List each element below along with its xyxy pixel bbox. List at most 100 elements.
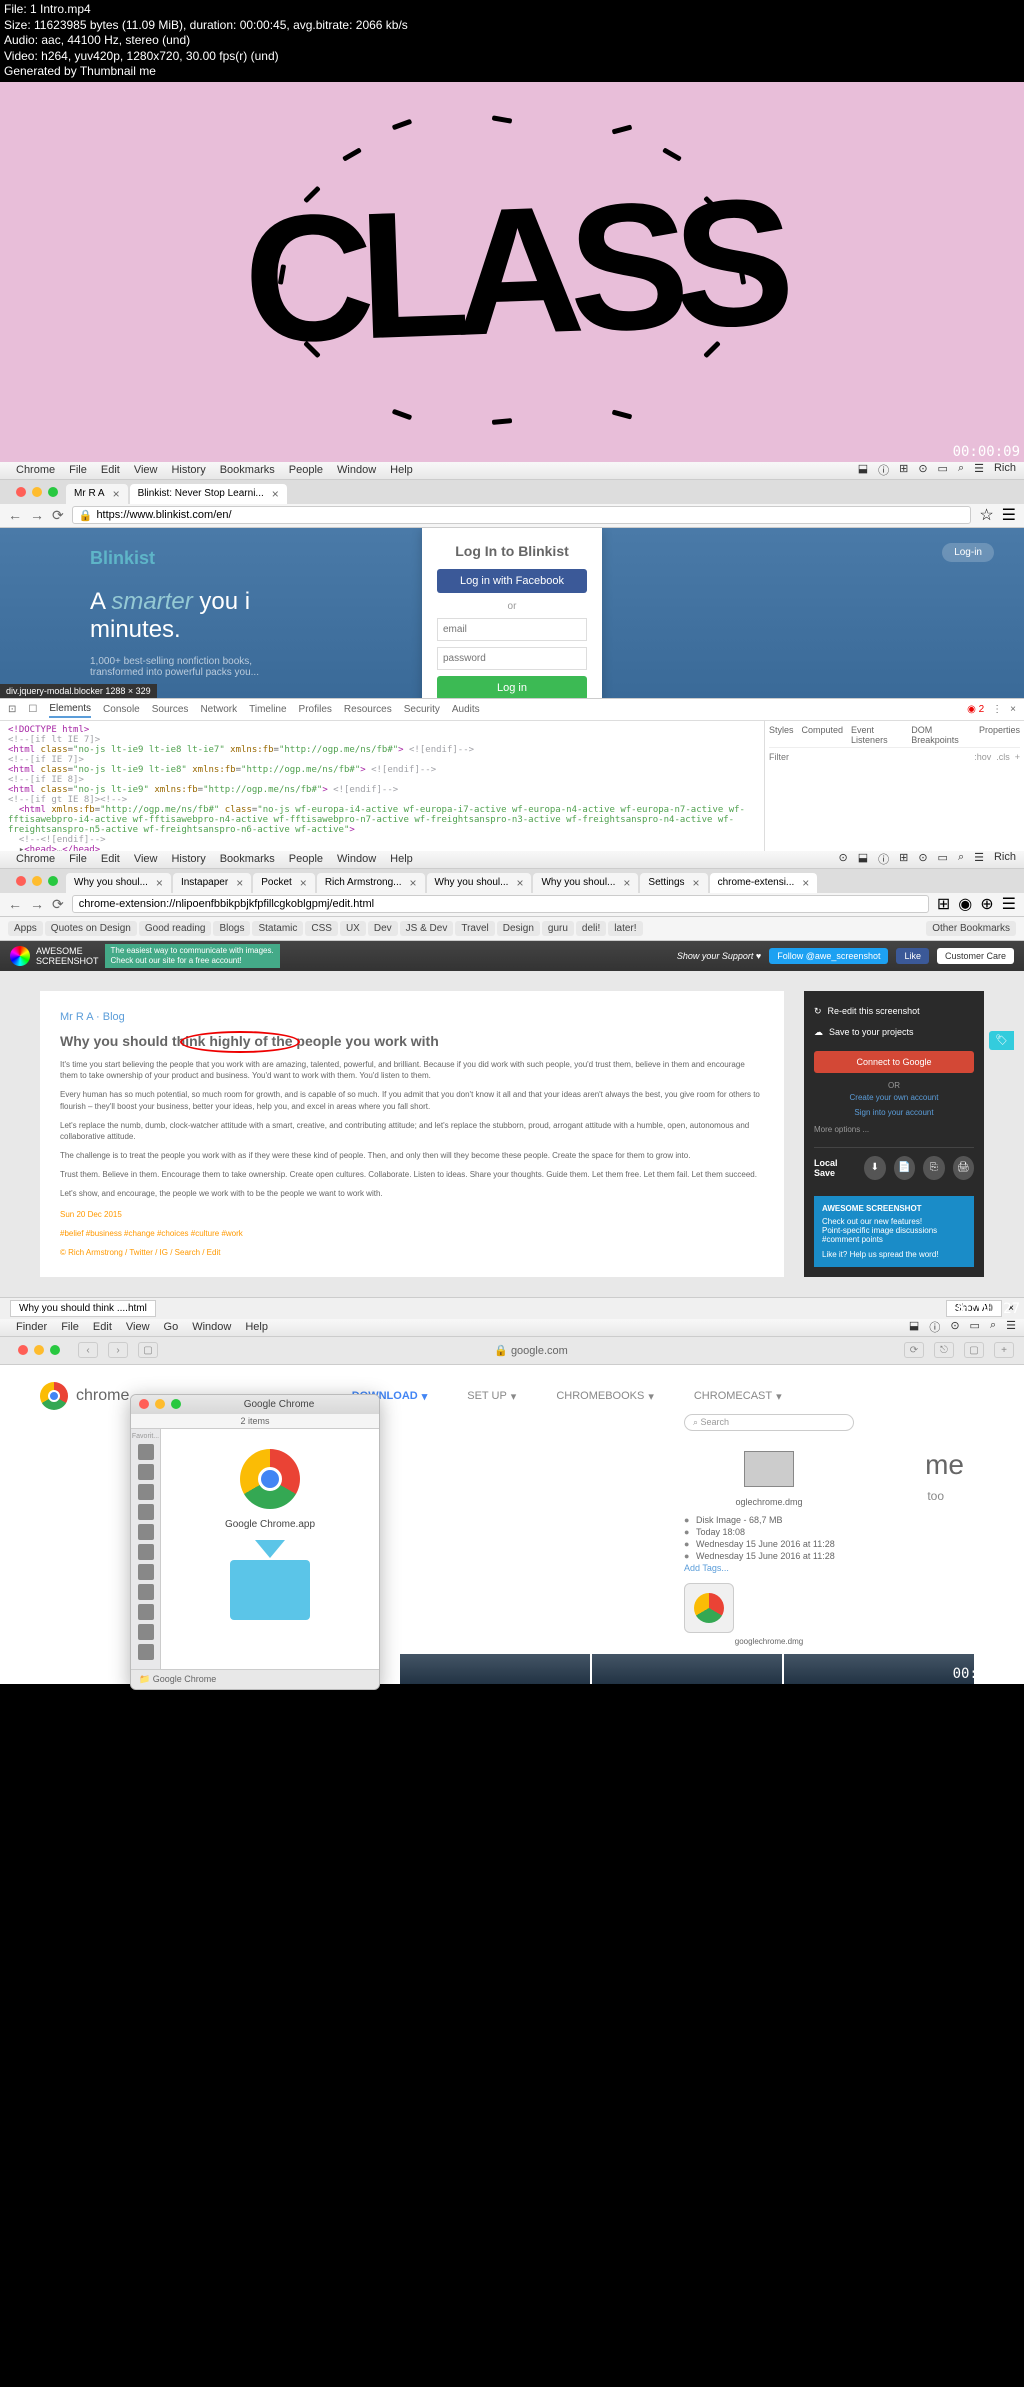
- listeners-tab[interactable]: Event Listeners: [851, 725, 903, 745]
- tab[interactable]: Why you shoul...×: [427, 873, 532, 893]
- finder-titlebar[interactable]: Google Chrome: [131, 1395, 379, 1414]
- tab-2[interactable]: Blinkist: Never Stop Learni...×: [130, 484, 287, 504]
- battery-icon[interactable]: ▭: [970, 1319, 980, 1335]
- signin-link[interactable]: Sign into your account: [814, 1105, 974, 1120]
- menu-icon[interactable]: ☰: [974, 462, 984, 478]
- bookmark[interactable]: Quotes on Design: [45, 921, 137, 936]
- print-button[interactable]: 🖨: [953, 1156, 974, 1180]
- edit-menu[interactable]: Edit: [101, 464, 120, 476]
- mac-menubar[interactable]: Finder File Edit View Go Window Help ⬓ ⓘ…: [0, 1319, 1024, 1337]
- styles-tab[interactable]: Styles: [769, 725, 794, 745]
- reload-button[interactable]: ⟳: [904, 1342, 924, 1358]
- wifi-icon[interactable]: ⊙: [918, 462, 927, 478]
- info-icon[interactable]: ⓘ: [878, 462, 889, 478]
- bookmark[interactable]: Blogs: [213, 921, 250, 936]
- customer-care-button[interactable]: Customer Care: [937, 948, 1014, 964]
- bookmarks-menu[interactable]: Bookmarks: [220, 464, 275, 476]
- close-button[interactable]: [16, 876, 26, 886]
- email-input[interactable]: [437, 618, 587, 641]
- reload-button[interactable]: ⟳: [52, 507, 64, 524]
- props-tab[interactable]: Properties: [979, 725, 1020, 745]
- device-icon[interactable]: ☐: [28, 702, 37, 717]
- add-tags-link[interactable]: Add Tags...: [684, 1563, 854, 1573]
- battery-icon[interactable]: ▭: [938, 462, 948, 478]
- minimize-button[interactable]: [34, 1345, 44, 1355]
- bookmark[interactable]: Design: [497, 921, 540, 936]
- download-item[interactable]: Why you should think ....html: [10, 1300, 156, 1317]
- bookmark[interactable]: Statamic: [252, 921, 303, 936]
- window-menu[interactable]: Window: [337, 464, 376, 476]
- help-menu[interactable]: Help: [390, 853, 413, 865]
- login-button[interactable]: Log in: [437, 676, 587, 698]
- close-button[interactable]: [18, 1345, 28, 1355]
- safari-url[interactable]: 🔒 google.com: [168, 1344, 894, 1357]
- profiles-tab[interactable]: Profiles: [299, 702, 332, 717]
- wifi-icon[interactable]: ⊙: [918, 851, 927, 867]
- facebook-login-button[interactable]: Log in with Facebook: [437, 569, 587, 593]
- finder-window[interactable]: Google Chrome 2 items Favorit... Google …: [130, 1394, 380, 1690]
- console-tab[interactable]: Console: [103, 702, 140, 717]
- user-name[interactable]: Rich: [994, 851, 1016, 867]
- bookmark[interactable]: Other Bookmarks: [926, 921, 1016, 936]
- forward-button[interactable]: →: [30, 896, 44, 912]
- bookmark[interactable]: UX: [340, 921, 366, 936]
- mac-menubar[interactable]: Chrome File Edit View History Bookmarks …: [0, 851, 1024, 869]
- new-tab-button[interactable]: +: [994, 1342, 1014, 1358]
- minimize-button[interactable]: [155, 1399, 165, 1409]
- forward-button[interactable]: →: [30, 507, 44, 523]
- menu-icon[interactable]: ☰: [1002, 505, 1016, 525]
- search-input[interactable]: ⌕ Search: [684, 1414, 854, 1431]
- people-menu[interactable]: People: [289, 464, 323, 476]
- minimize-button[interactable]: [32, 876, 42, 886]
- google-connect-button[interactable]: Connect to Google: [814, 1051, 974, 1073]
- sidebar-item[interactable]: [138, 1604, 154, 1620]
- maximize-button[interactable]: [171, 1399, 181, 1409]
- tab-1[interactable]: Mr R A×: [66, 484, 128, 504]
- user-name[interactable]: Rich: [994, 462, 1016, 478]
- view-menu[interactable]: View: [134, 853, 158, 865]
- resources-tab[interactable]: Resources: [344, 702, 392, 717]
- help-menu[interactable]: Help: [245, 1321, 268, 1333]
- menu-icon[interactable]: ☰: [974, 851, 984, 867]
- sidebar-item[interactable]: [138, 1444, 154, 1460]
- twitter-follow-button[interactable]: Follow @awe_screenshot: [769, 948, 888, 964]
- url-input[interactable]: 🔒https://www.blinkist.com/en/: [72, 506, 972, 524]
- chrome-app-icon[interactable]: [240, 1449, 300, 1509]
- setup-link[interactable]: SET UP ▾: [467, 1390, 516, 1403]
- wifi-icon[interactable]: ⊙: [950, 1319, 959, 1335]
- close-icon[interactable]: ×: [113, 487, 120, 501]
- reload-button[interactable]: ⟳: [52, 896, 64, 913]
- search-icon[interactable]: ⌕: [958, 851, 964, 867]
- app-menu[interactable]: Chrome: [16, 464, 55, 476]
- sidebar-button[interactable]: ▢: [138, 1342, 158, 1358]
- hov-toggle[interactable]: :hov: [974, 752, 991, 762]
- maximize-button[interactable]: [50, 1345, 60, 1355]
- dropbox-icon[interactable]: ⬓: [909, 1319, 919, 1335]
- window-menu[interactable]: Window: [192, 1321, 231, 1333]
- minimize-button[interactable]: [32, 487, 42, 497]
- login-link[interactable]: Log-in: [942, 543, 994, 562]
- tab[interactable]: Settings×: [640, 873, 707, 893]
- sidebar-item[interactable]: [138, 1504, 154, 1520]
- bookmark[interactable]: guru: [542, 921, 574, 936]
- sidebar-item[interactable]: [138, 1524, 154, 1540]
- dom-tab[interactable]: DOM Breakpoints: [911, 725, 971, 745]
- computed-tab[interactable]: Computed: [802, 725, 844, 745]
- tag-pill[interactable]: 🏷: [989, 1031, 1014, 1050]
- people-menu[interactable]: People: [289, 853, 323, 865]
- save-pdf-button[interactable]: 📄: [894, 1156, 915, 1180]
- icon[interactable]: ⊙: [838, 851, 847, 867]
- network-tab[interactable]: Network: [200, 702, 237, 717]
- bookmark[interactable]: later!: [608, 921, 642, 936]
- forward-button[interactable]: ›: [108, 1342, 128, 1358]
- filter-input[interactable]: [769, 752, 974, 762]
- audits-tab[interactable]: Audits: [452, 702, 480, 717]
- tab[interactable]: Why you shoul...×: [533, 873, 638, 893]
- bookmark[interactable]: Good reading: [139, 921, 212, 936]
- sidebar-item[interactable]: [138, 1464, 154, 1480]
- cls-toggle[interactable]: .cls: [996, 752, 1010, 762]
- bookmark[interactable]: Dev: [368, 921, 398, 936]
- back-button[interactable]: ←: [8, 896, 22, 912]
- url-input[interactable]: chrome-extension://nlipoenfbbikpbjkfpfil…: [72, 895, 929, 913]
- elements-tab[interactable]: Elements: [49, 701, 91, 718]
